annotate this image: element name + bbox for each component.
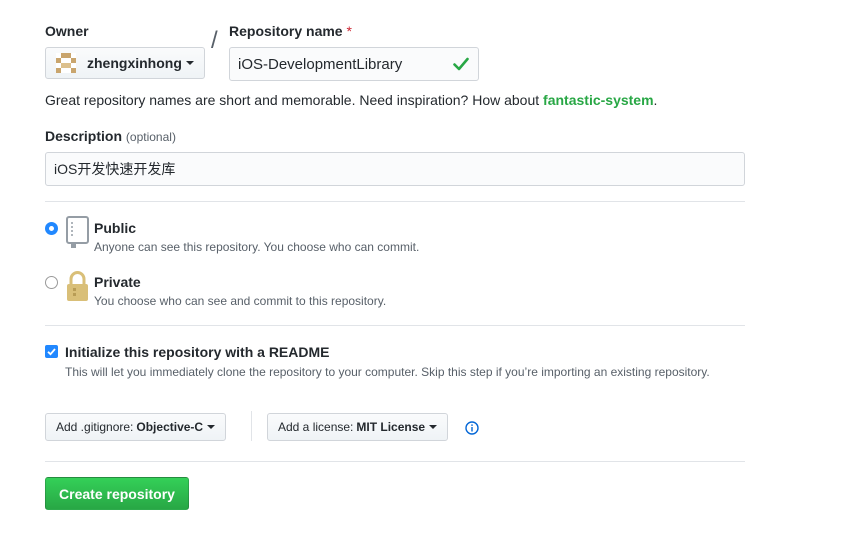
- hint-text: Great repository names are short and mem…: [45, 92, 544, 108]
- readme-checkbox[interactable]: [45, 345, 58, 358]
- owner-label: Owner: [45, 23, 89, 39]
- divider: [45, 461, 745, 462]
- public-note: Anyone can see this repository. You choo…: [94, 240, 420, 254]
- check-icon: [453, 57, 469, 71]
- owner-select-button[interactable]: zhengxinhong: [45, 47, 205, 79]
- gitignore-value: Objective-C: [136, 420, 204, 434]
- license-select[interactable]: Add a license: MIT License: [267, 413, 449, 441]
- private-radio[interactable]: [45, 276, 58, 289]
- repository-name-label: Repository name: [229, 23, 343, 39]
- owner-repo-separator: /: [211, 27, 218, 54]
- owner-field: Owner zhengxinhong: [45, 23, 205, 79]
- description-label-text: Description: [45, 128, 123, 144]
- hint-suffix: .: [653, 92, 658, 108]
- required-mark: *: [346, 23, 352, 39]
- chevron-down-icon: [185, 61, 194, 65]
- checkmark-icon: [47, 348, 56, 356]
- gitignore-prefix: Add .gitignore:: [56, 420, 134, 434]
- create-repository-button[interactable]: Create repository: [45, 477, 189, 510]
- gitignore-select[interactable]: Add .gitignore: Objective-C: [45, 413, 227, 441]
- repository-name-field: Repository name * iOS-DevelopmentLibrary: [229, 23, 479, 81]
- license-value: MIT License: [356, 420, 426, 434]
- description-value: iOS开发快速开发库: [54, 161, 176, 177]
- license-prefix: Add a license:: [278, 420, 354, 434]
- description-input[interactable]: iOS开发快速开发库: [45, 152, 745, 186]
- info-icon[interactable]: [465, 421, 479, 435]
- optional-tag: (optional): [125, 130, 176, 144]
- description-label: Description (optional): [45, 128, 176, 144]
- repo-book-icon: [66, 216, 89, 248]
- name-suggestion-link[interactable]: fantastic-system: [543, 92, 654, 108]
- private-title: Private: [94, 274, 141, 290]
- repository-name-input[interactable]: iOS-DevelopmentLibrary: [229, 47, 479, 81]
- repository-name-hint: Great repository names are short and mem…: [45, 92, 657, 108]
- divider: [45, 201, 745, 202]
- public-title: Public: [94, 220, 137, 236]
- avatar: [56, 53, 76, 73]
- lock-icon: [67, 271, 88, 301]
- private-note: You choose who can see and commit to thi…: [94, 294, 387, 308]
- repository-name-value: iOS-DevelopmentLibrary: [238, 55, 403, 73]
- divider: [45, 325, 745, 326]
- public-radio[interactable]: [45, 222, 58, 235]
- readme-note: This will let you immediately clone the …: [65, 365, 710, 379]
- readme-title: Initialize this repository with a README: [65, 344, 330, 360]
- owner-username: zhengxinhong: [87, 55, 182, 71]
- select-separator: [251, 411, 252, 441]
- chevron-down-icon: [429, 425, 438, 429]
- chevron-down-icon: [207, 425, 216, 429]
